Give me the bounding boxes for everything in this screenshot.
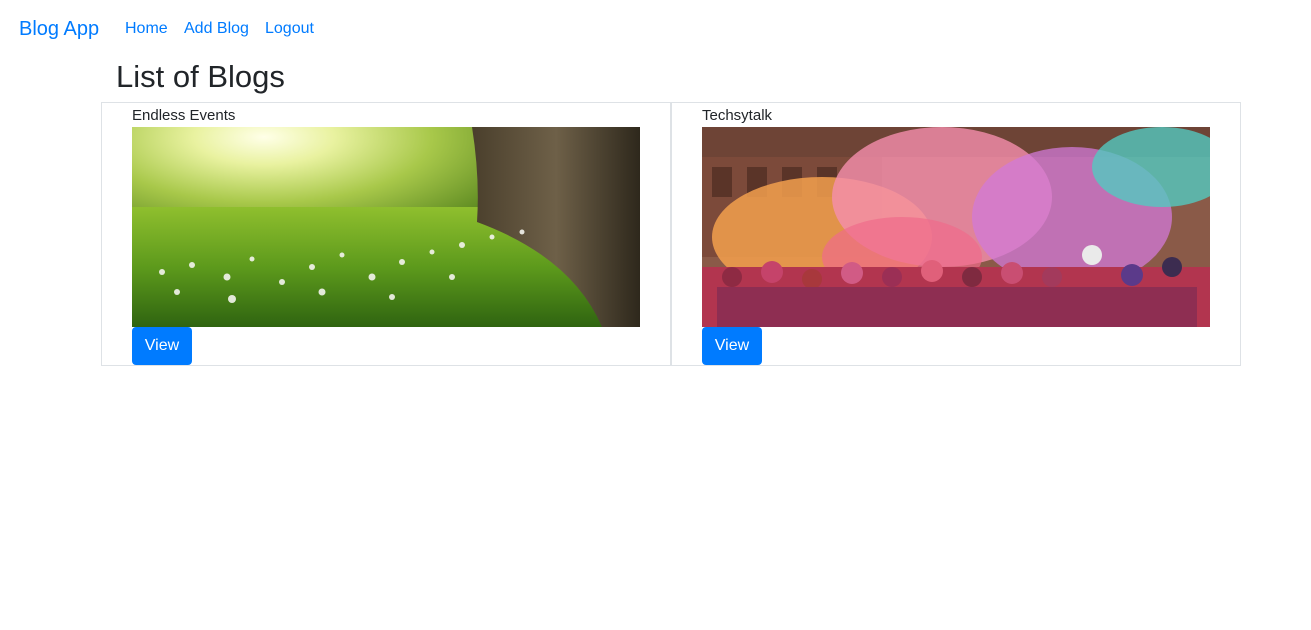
nav-link-logout[interactable]: Logout bbox=[265, 18, 314, 40]
blog-image bbox=[132, 127, 640, 327]
nav-link-add-blog[interactable]: Add Blog bbox=[184, 18, 249, 40]
blog-image bbox=[702, 127, 1210, 327]
blog-card: Techsytalk View bbox=[671, 102, 1241, 366]
view-button[interactable]: View bbox=[702, 327, 762, 365]
blog-title: Techsytalk bbox=[702, 107, 773, 124]
view-button[interactable]: View bbox=[132, 327, 192, 365]
brand-link[interactable]: Blog App bbox=[19, 16, 99, 42]
navbar: Blog App Home Add Blog Logout bbox=[0, 0, 1311, 58]
page-title: List of Blogs bbox=[116, 59, 285, 94]
nav-link-home[interactable]: Home bbox=[125, 18, 168, 40]
blog-title: Endless Events bbox=[132, 107, 236, 124]
blog-card: Endless Events View bbox=[101, 102, 671, 366]
